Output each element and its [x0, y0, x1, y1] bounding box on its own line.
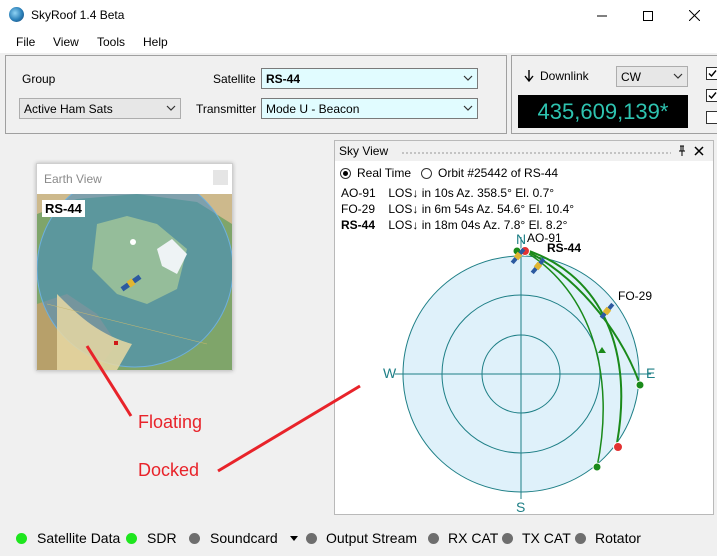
earth-view-window[interactable]: Earth View RS-44 — [36, 163, 233, 371]
dropdown-arrow-icon[interactable] — [290, 536, 298, 542]
compass-w: W — [383, 365, 397, 381]
menu-view[interactable]: View — [53, 35, 79, 49]
satellite-selection-panel: Group Active Ham Sats Satellite RS-44 Tr… — [5, 55, 507, 134]
close-icon — [688, 10, 700, 21]
transmitter-value: Mode U - Beacon — [266, 102, 360, 116]
transmitter-label: Transmitter — [196, 102, 257, 116]
status-rotator[interactable]: Rotator — [595, 530, 641, 546]
close-button[interactable] — [671, 0, 717, 31]
status-rx-cat[interactable]: RX CAT — [448, 530, 498, 546]
downlink-panel: Downlink CW 435,609,139* — [511, 55, 717, 134]
frequency-display[interactable]: 435,609,139* — [518, 95, 688, 128]
sky-view-panel: Sky View Real Time Orbit #25442 of RS-44… — [334, 140, 714, 515]
option-checkbox-2[interactable] — [706, 89, 717, 102]
earth-sat-label: RS-44 — [42, 200, 85, 217]
downlink-label: Downlink — [540, 69, 589, 83]
window-title: SkyRoof 1.4 Beta — [31, 8, 125, 22]
group-value: Active Ham Sats — [24, 102, 113, 116]
label-fo29: FO-29 — [618, 289, 652, 303]
satellite-label: Satellite — [213, 72, 256, 86]
status-satellite-data[interactable]: Satellite Data — [37, 530, 120, 546]
status-indicator-rx-cat — [428, 533, 439, 544]
label-rs44: RS-44 — [547, 241, 581, 255]
minimize-button[interactable] — [579, 0, 625, 31]
docked-annotation: Docked — [138, 460, 200, 480]
earth-view-close-button[interactable] — [213, 170, 228, 185]
group-label: Group — [22, 72, 56, 86]
checkmark-icon — [708, 70, 717, 78]
status-indicator-sdr — [126, 533, 137, 544]
menu-bar: File View Tools Help — [0, 31, 717, 53]
status-tx-cat[interactable]: TX CAT — [522, 530, 571, 546]
status-indicator-tx-cat — [502, 533, 513, 544]
earth-map[interactable] — [37, 194, 232, 370]
status-indicator-satellite-data — [16, 533, 27, 544]
status-indicator-rotator — [575, 533, 586, 544]
title-bar: SkyRoof 1.4 Beta — [0, 0, 717, 31]
compass-e: E — [646, 365, 655, 381]
group-dropdown[interactable]: Active Ham Sats — [19, 98, 181, 119]
earth-view-title: Earth View — [44, 172, 102, 186]
checkmark-icon — [708, 92, 717, 100]
sky-polar-plot[interactable]: N E S W AO-91 RS-44 FO-29 — [335, 141, 713, 514]
arrow-down-icon — [524, 70, 534, 82]
minimize-icon — [597, 15, 607, 16]
compass-s: S — [516, 499, 525, 514]
floating-annotation: Floating — [138, 412, 203, 432]
chevron-down-icon — [463, 75, 473, 81]
mode-value: CW — [621, 70, 641, 84]
status-bar: Satellite Data SDR Soundcard Output Stre… — [0, 521, 717, 556]
status-indicator-soundcard — [189, 533, 200, 544]
status-indicator-output-stream — [306, 533, 317, 544]
status-sdr[interactable]: SDR — [147, 530, 177, 546]
menu-help[interactable]: Help — [143, 35, 168, 49]
menu-file[interactable]: File — [16, 35, 35, 49]
transmitter-dropdown[interactable]: Mode U - Beacon — [261, 98, 478, 119]
status-output-stream[interactable]: Output Stream — [326, 530, 417, 546]
satellite-dropdown[interactable]: RS-44 — [261, 68, 478, 89]
satellite-value: RS-44 — [266, 72, 301, 86]
menu-tools[interactable]: Tools — [97, 35, 125, 49]
status-soundcard[interactable]: Soundcard — [210, 530, 278, 546]
mode-dropdown[interactable]: CW — [616, 66, 688, 87]
chevron-down-icon — [166, 105, 176, 111]
maximize-icon — [643, 10, 653, 21]
option-checkbox-3[interactable] — [706, 111, 717, 124]
maximize-button[interactable] — [625, 0, 671, 31]
app-logo-icon — [9, 7, 24, 22]
compass-n: N — [516, 231, 526, 247]
chevron-down-icon — [463, 105, 473, 111]
chevron-down-icon — [673, 73, 683, 79]
option-checkbox-1[interactable] — [706, 67, 717, 80]
